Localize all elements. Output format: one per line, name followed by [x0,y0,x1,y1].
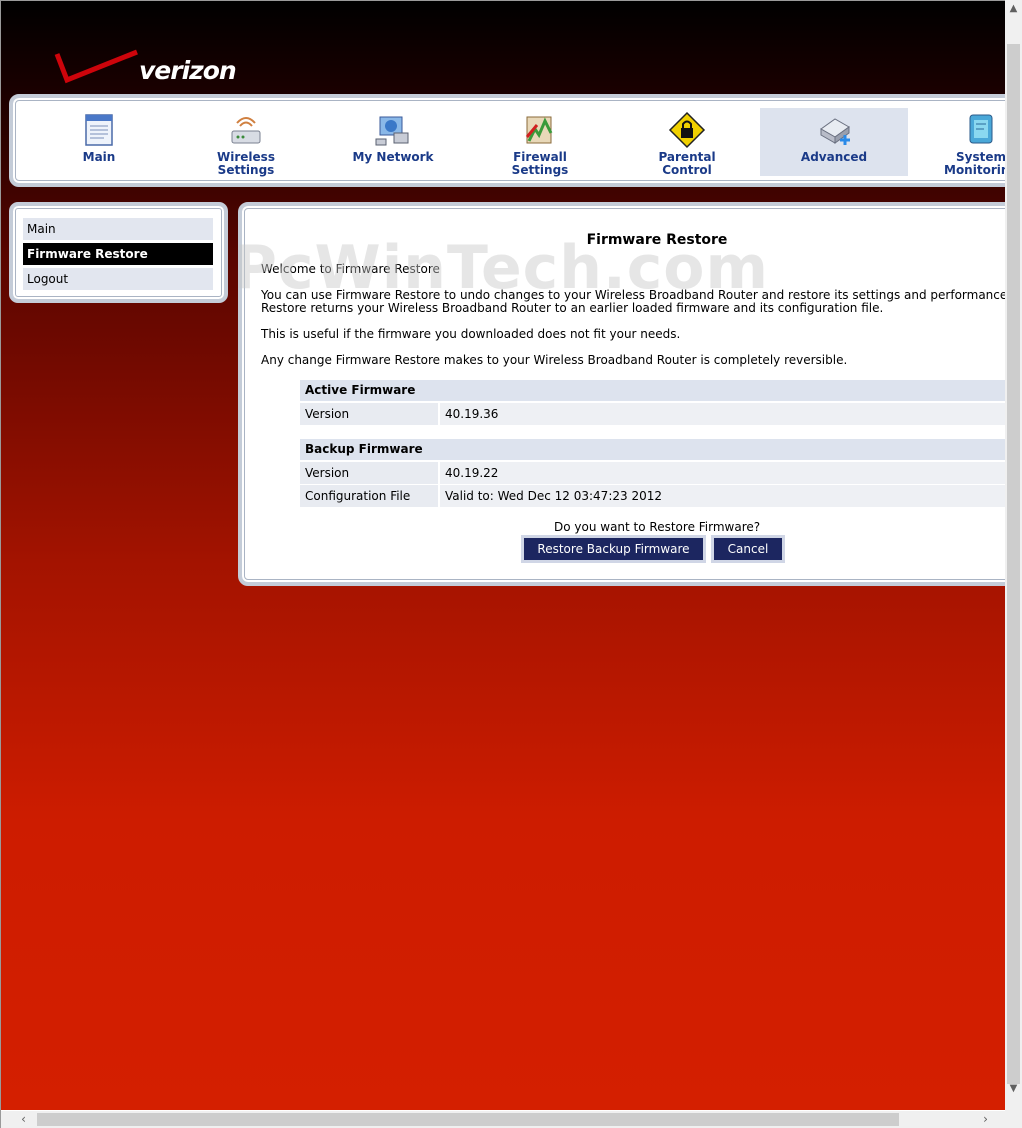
useful-text: This is useful if the firmware you downl… [261,327,681,341]
sidebar-item-main[interactable]: Main [23,218,213,240]
nav-label: Main [82,150,116,164]
nav-label-2: Settings [511,163,569,177]
row-value: 40.19.22 [440,462,1005,484]
lock-icon [668,111,706,149]
backup-firmware-heading: Backup Firmware [300,439,1005,462]
nav-label: Firewall [513,150,567,164]
nav-label: My Network [352,150,434,164]
window-border-top [0,0,1022,1]
scroll-up-icon[interactable]: ▲ [1005,0,1022,17]
page-background: verizon Main Wireless Settings My Networ… [1,1,1005,1110]
reversible-text: Any change Firmware Restore makes to you… [261,353,848,367]
scrollbar-corner [1005,1111,1022,1128]
window-border-left [0,0,1,1128]
nav-label-2: Control [662,163,712,177]
verizon-logo: verizon [53,48,243,92]
active-firmware-table: Active Firmware Version 40.19.36 [300,380,1005,426]
nav-item-my-network[interactable]: My Network [319,108,467,176]
table-row: Version 40.19.36 [300,403,1005,426]
main-page-icon [85,114,113,146]
nav-item-main[interactable]: Main [25,108,173,176]
sidebar-item-firmware-restore[interactable]: Firmware Restore [23,243,213,265]
vertical-scrollbar[interactable]: ▲ ▼ [1005,0,1022,1111]
network-computer-icon [375,116,409,146]
top-navigation: Main Wireless Settings My Network Firewa… [9,94,1005,187]
scroll-down-icon[interactable]: ▼ [1005,1080,1022,1097]
logo-wordmark: verizon [139,56,237,85]
horizontal-scroll-thumb[interactable] [37,1113,899,1126]
monitor-icon [969,114,993,144]
nav-item-wireless-settings[interactable]: Wireless Settings [172,108,320,177]
horizontal-scrollbar[interactable]: ‹ › [1,1111,1005,1128]
vertical-scroll-thumb[interactable] [1007,44,1020,1084]
table-row: Configuration File Valid to: Wed Dec 12 … [300,485,1005,508]
nav-label-2: Monitoring [944,163,1005,177]
content-panel: Firmware Restore Welcome to Firmware Res… [238,202,1005,586]
restore-backup-firmware-button[interactable]: Restore Backup Firmware [524,538,703,560]
nav-label: Advanced [800,150,868,164]
wireless-router-icon [231,117,261,144]
sidebar-menu: Main Firmware Restore Logout [9,202,228,303]
backup-firmware-table: Backup Firmware Version 40.19.22 Configu… [300,439,1005,508]
nav-item-system-monitoring[interactable]: System Monitoring [907,108,1005,177]
page-title: Firmware Restore [586,232,728,248]
nav-label: Wireless [217,150,275,164]
table-row: Version 40.19.22 [300,462,1005,485]
scroll-left-icon[interactable]: ‹ [15,1111,32,1128]
cancel-button[interactable]: Cancel [714,538,782,560]
nav-item-parental-control[interactable]: Parental Control [613,108,761,177]
advanced-device-icon [820,118,850,145]
row-value: Valid to: Wed Dec 12 03:47:23 2012 [440,485,1005,507]
sidebar-item-logout[interactable]: Logout [23,268,213,290]
row-label: Version [300,403,440,425]
nav-item-firewall-settings[interactable]: Firewall Settings [466,108,614,177]
scroll-right-icon[interactable]: › [977,1111,994,1128]
intro-text-line2: Restore returns your Wireless Broadband … [261,301,884,315]
nav-label: System [956,150,1005,164]
firewall-icon [525,116,553,144]
nav-label-2: Settings [217,163,275,177]
row-label: Configuration File [300,485,440,507]
row-value: 40.19.36 [440,403,1005,425]
active-firmware-heading: Active Firmware [300,380,1005,403]
welcome-text: Welcome to Firmware Restore [261,262,440,276]
nav-label: Parental [658,150,716,164]
row-label: Version [300,462,440,484]
restore-question: Do you want to Restore Firmware? [554,520,761,534]
nav-item-advanced[interactable]: Advanced [760,108,908,176]
